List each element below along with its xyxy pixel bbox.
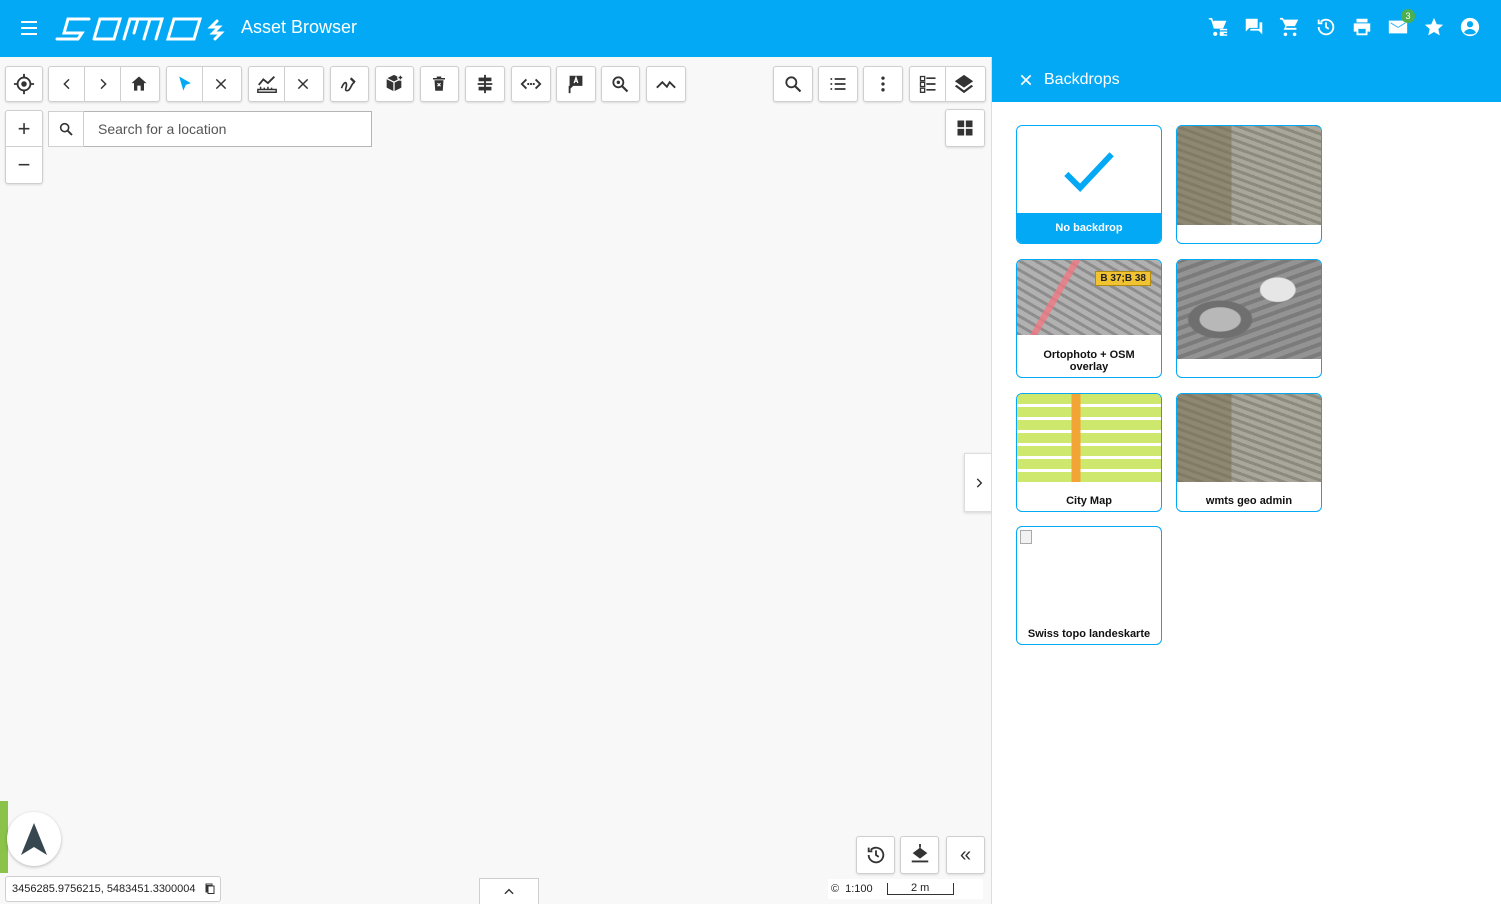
backdrop-tile-swiss-topo[interactable]: Swiss topo landeskarte <box>1016 526 1162 645</box>
backdrops-panel: Backdrops No backdrop B 37;B 38 Ortophot… <box>991 57 1501 904</box>
navigation-toolbar <box>48 66 160 102</box>
add-package-icon[interactable] <box>376 67 412 101</box>
location-search-input[interactable] <box>84 111 372 147</box>
label-flag-icon[interactable] <box>557 67 595 101</box>
zoom-out-button[interactable]: − <box>6 147 42 183</box>
layer-swap-icon[interactable] <box>900 836 939 874</box>
scale-display: © 1:100 2 m <box>828 879 983 899</box>
locate-toolbar <box>5 66 43 102</box>
select-pointer-icon[interactable] <box>167 67 203 101</box>
backdrop-tile-city-map[interactable]: City Map <box>1016 393 1162 512</box>
label-toolbar <box>556 66 596 102</box>
scale-ratio: 1:100 <box>845 883 873 895</box>
compass-north-arrow-icon[interactable] <box>7 812 61 866</box>
split-icon[interactable] <box>466 67 504 101</box>
backdrop-label <box>1177 239 1321 243</box>
backdrop-thumbnail <box>1177 394 1321 482</box>
star-icon[interactable] <box>1423 16 1445 38</box>
backdrop-label <box>1177 373 1321 377</box>
package-toolbar <box>375 66 414 102</box>
zoom-search-toolbar <box>601 66 640 102</box>
menu-icon[interactable] <box>18 17 40 39</box>
backdrop-tile-ortophoto-osm[interactable]: B 37;B 38 Ortophoto + OSM overlay <box>1016 259 1162 378</box>
mail-badge: 3 <box>1401 9 1415 23</box>
history-map-icon[interactable] <box>856 836 895 874</box>
mail-icon[interactable]: 3 <box>1387 9 1415 38</box>
profile-line-icon[interactable] <box>647 67 685 101</box>
app-header: Asset Browser 3 <box>0 0 1501 57</box>
connect-icon[interactable] <box>512 67 550 101</box>
account-icon[interactable] <box>1459 16 1481 38</box>
measure-icon[interactable] <box>249 67 285 101</box>
home-icon[interactable] <box>121 67 157 101</box>
close-icon[interactable] <box>1018 72 1034 88</box>
zoom-to-icon[interactable] <box>602 67 638 101</box>
scale-bar: 2 m <box>886 883 954 895</box>
location-search <box>48 111 373 147</box>
back-chevron-icon[interactable] <box>49 67 85 101</box>
samo-logo <box>55 17 225 41</box>
profile-toolbar <box>646 66 686 102</box>
list-toolbar <box>818 66 858 102</box>
broken-image-icon <box>1020 530 1032 544</box>
backdrop-label: wmts geo admin <box>1205 495 1293 507</box>
legend-list-icon[interactable] <box>910 67 946 101</box>
layers-toolbar <box>909 66 986 102</box>
more-toolbar <box>863 66 903 102</box>
split-toolbar <box>465 66 505 102</box>
collapse-button[interactable]: « <box>946 836 985 874</box>
history-icon[interactable] <box>1315 16 1337 38</box>
search-icon[interactable] <box>774 67 812 101</box>
bottom-drawer-chevron-icon[interactable] <box>479 878 539 904</box>
more-vert-icon[interactable] <box>864 67 902 101</box>
cart-list-icon[interactable] <box>1207 16 1229 38</box>
clear-selection-icon[interactable] <box>203 67 239 101</box>
print-icon[interactable] <box>1351 16 1373 38</box>
zoom-control: + − <box>5 110 43 184</box>
measure-toolbar <box>248 66 324 102</box>
list-icon[interactable] <box>819 67 857 101</box>
grid-view-icon[interactable] <box>945 109 985 147</box>
backdrop-label: No backdrop <box>1017 213 1161 243</box>
checkmark-icon <box>1064 152 1114 193</box>
panel-title: Backdrops <box>1044 70 1120 88</box>
backdrop-thumbnail <box>1017 394 1161 482</box>
location-search-icon[interactable] <box>48 111 84 147</box>
copy-icon[interactable] <box>204 883 216 895</box>
app-title: Asset Browser <box>241 17 358 37</box>
clear-measure-icon[interactable] <box>285 67 321 101</box>
backdrop-thumbnail <box>1177 126 1321 225</box>
draw-freehand-icon[interactable] <box>331 67 367 101</box>
backdrop-label: City Map <box>1066 495 1112 507</box>
cart-icon[interactable] <box>1279 16 1301 38</box>
backdrop-tile-aerial[interactable] <box>1176 125 1322 244</box>
backdrop-label: Ortophoto + OSM overlay <box>1043 349 1135 373</box>
select-toolbar <box>166 66 242 102</box>
coordinates-text: 3456285.9756215, 5483451.3300004 <box>12 883 196 895</box>
draw-toolbar <box>330 66 369 102</box>
backdrop-thumbnail: B 37;B 38 <box>1017 260 1161 335</box>
backdrop-label: Swiss topo landeskarte <box>1027 628 1151 640</box>
copyright-icon[interactable]: © <box>831 883 839 895</box>
road-label: B 37;B 38 <box>1095 271 1151 286</box>
map-view[interactable]: + − 3456285.9756215, 5483451.3300004 « ©… <box>0 57 993 904</box>
backdrop-tile-wmts-geo-admin[interactable]: wmts geo admin <box>1176 393 1322 512</box>
backdrop-thumbnail <box>1177 260 1321 359</box>
delete-icon[interactable] <box>421 67 457 101</box>
forward-chevron-icon[interactable] <box>85 67 121 101</box>
expand-panel-chevron-icon[interactable] <box>964 453 993 512</box>
connect-toolbar <box>511 66 551 102</box>
coordinates-display: 3456285.9756215, 5483451.3300004 <box>5 876 221 902</box>
panel-header: Backdrops <box>992 57 1501 102</box>
chat-icon[interactable] <box>1243 16 1265 38</box>
delete-toolbar <box>420 66 459 102</box>
backdrop-tile-aerial-bw[interactable] <box>1176 259 1322 378</box>
backdrop-tile-no-backdrop[interactable]: No backdrop <box>1016 125 1162 244</box>
search-toolbar <box>773 66 813 102</box>
locate-me-icon[interactable] <box>6 67 42 101</box>
layers-icon[interactable] <box>946 67 982 101</box>
zoom-in-button[interactable]: + <box>6 111 42 147</box>
